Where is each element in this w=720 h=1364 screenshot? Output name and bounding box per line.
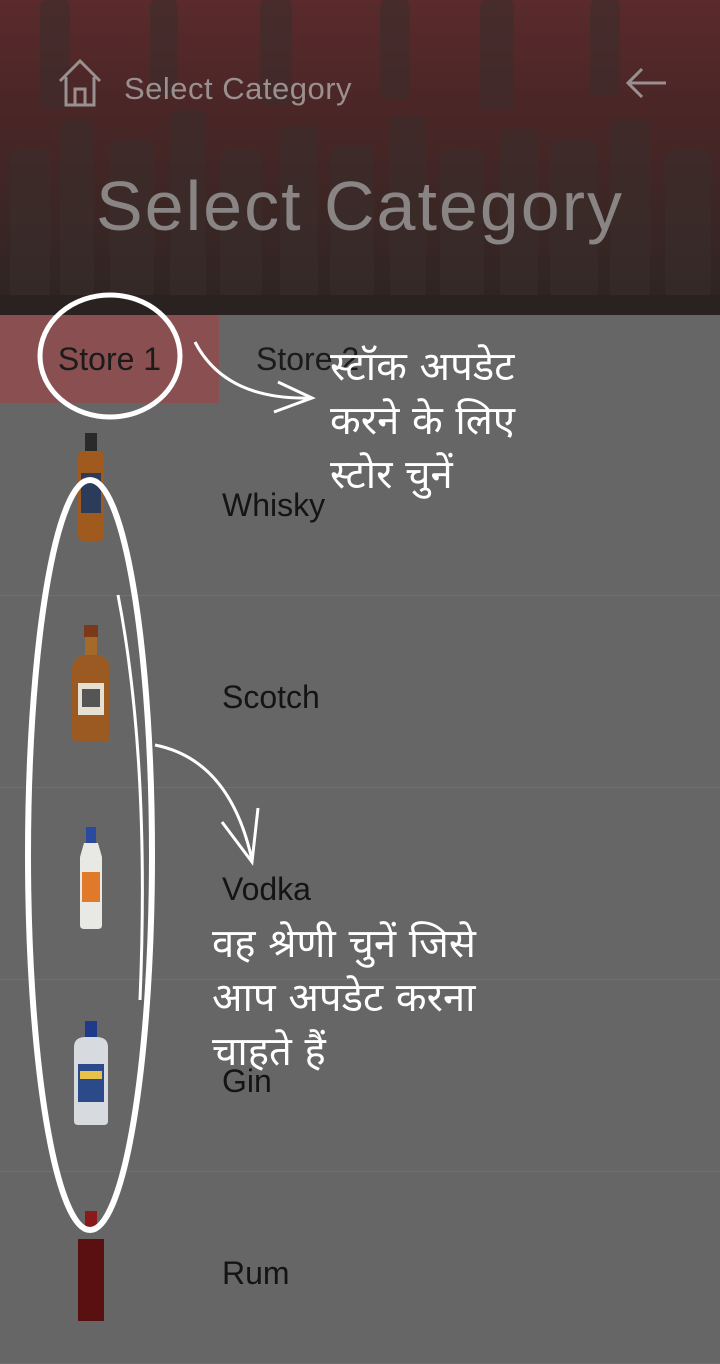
category-label: Scotch [222,679,320,715]
rum-bottle-icon [78,1211,104,1321]
home-icon[interactable] [56,57,104,109]
list-item-scotch[interactable]: Scotch [0,595,720,788]
whisky-bottle-icon [78,433,104,541]
gin-bottle-icon [74,1021,108,1125]
list-item-rum[interactable]: Rum [0,1171,720,1364]
vodka-bottle-icon [80,827,102,929]
category-label: Vodka [222,871,311,907]
category-label: Rum [222,1255,290,1291]
header-title: Select Category [124,71,353,106]
tab-store-1[interactable]: Store 1 [0,315,219,403]
header-banner: Select Category Select Category [0,0,720,315]
bottle-shelf-background [0,0,720,315]
back-arrow-icon[interactable] [624,63,670,103]
page-title: Select Category [95,167,625,245]
category-hint-text: वह श्रेणी चुनें जिसे आप अपडेट करना चाहते… [212,921,476,1075]
store-hint-text: स्टॉक अपडेट करने के लिए स्टोर चुनें [330,344,516,498]
category-label: Whisky [222,487,326,523]
scotch-bottle-icon [72,625,110,741]
